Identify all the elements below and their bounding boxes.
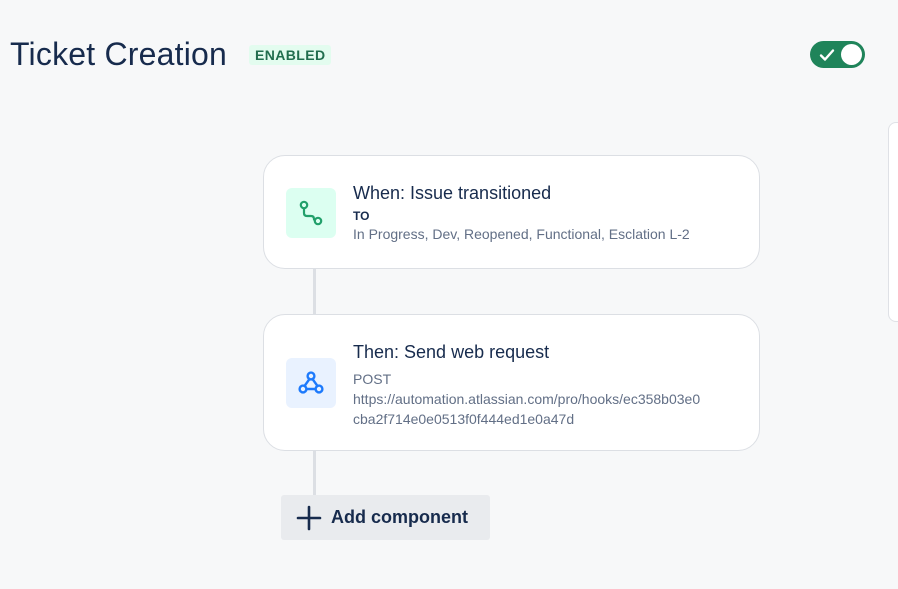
- rule-enabled-toggle[interactable]: [810, 41, 865, 68]
- webhook-icon: [298, 371, 324, 394]
- trigger-to-label: TO: [353, 209, 370, 223]
- plus-icon: [296, 505, 322, 530]
- page-header: Ticket Creation ENABLED: [10, 36, 332, 73]
- connector-line: [313, 450, 316, 496]
- action-url-line-2: cba2f714e0e0513f0f444ed1e0a47d: [353, 411, 575, 427]
- trigger-icon-box: [286, 188, 336, 238]
- action-card[interactable]: Then: Send web request POST https://auto…: [263, 314, 760, 451]
- action-method: POST: [353, 371, 392, 387]
- toggle-knob: [841, 44, 862, 65]
- action-url-line-1: https://automation.atlassian.com/pro/hoo…: [353, 391, 701, 407]
- trigger-card[interactable]: When: Issue transitioned TO In Progress,…: [263, 155, 760, 269]
- connector-line: [313, 268, 316, 316]
- check-icon: [819, 49, 835, 61]
- add-component-label: Add component: [331, 507, 468, 527]
- page-title: Ticket Creation: [10, 36, 227, 72]
- transition-icon: [299, 200, 323, 226]
- action-title: Then: Send web request: [353, 342, 550, 362]
- status-badge: ENABLED: [249, 44, 332, 65]
- action-icon-box: [286, 358, 336, 408]
- trigger-statuses: In Progress, Dev, Reopened, Functional, …: [353, 226, 690, 242]
- trigger-title: When: Issue transitioned: [353, 183, 552, 203]
- add-component-button[interactable]: Add component: [281, 495, 490, 540]
- side-panel: [888, 122, 898, 322]
- trigger-text: When: Issue transitioned TO In Progress,…: [353, 182, 741, 244]
- action-text: Then: Send web request POST https://auto…: [353, 341, 741, 429]
